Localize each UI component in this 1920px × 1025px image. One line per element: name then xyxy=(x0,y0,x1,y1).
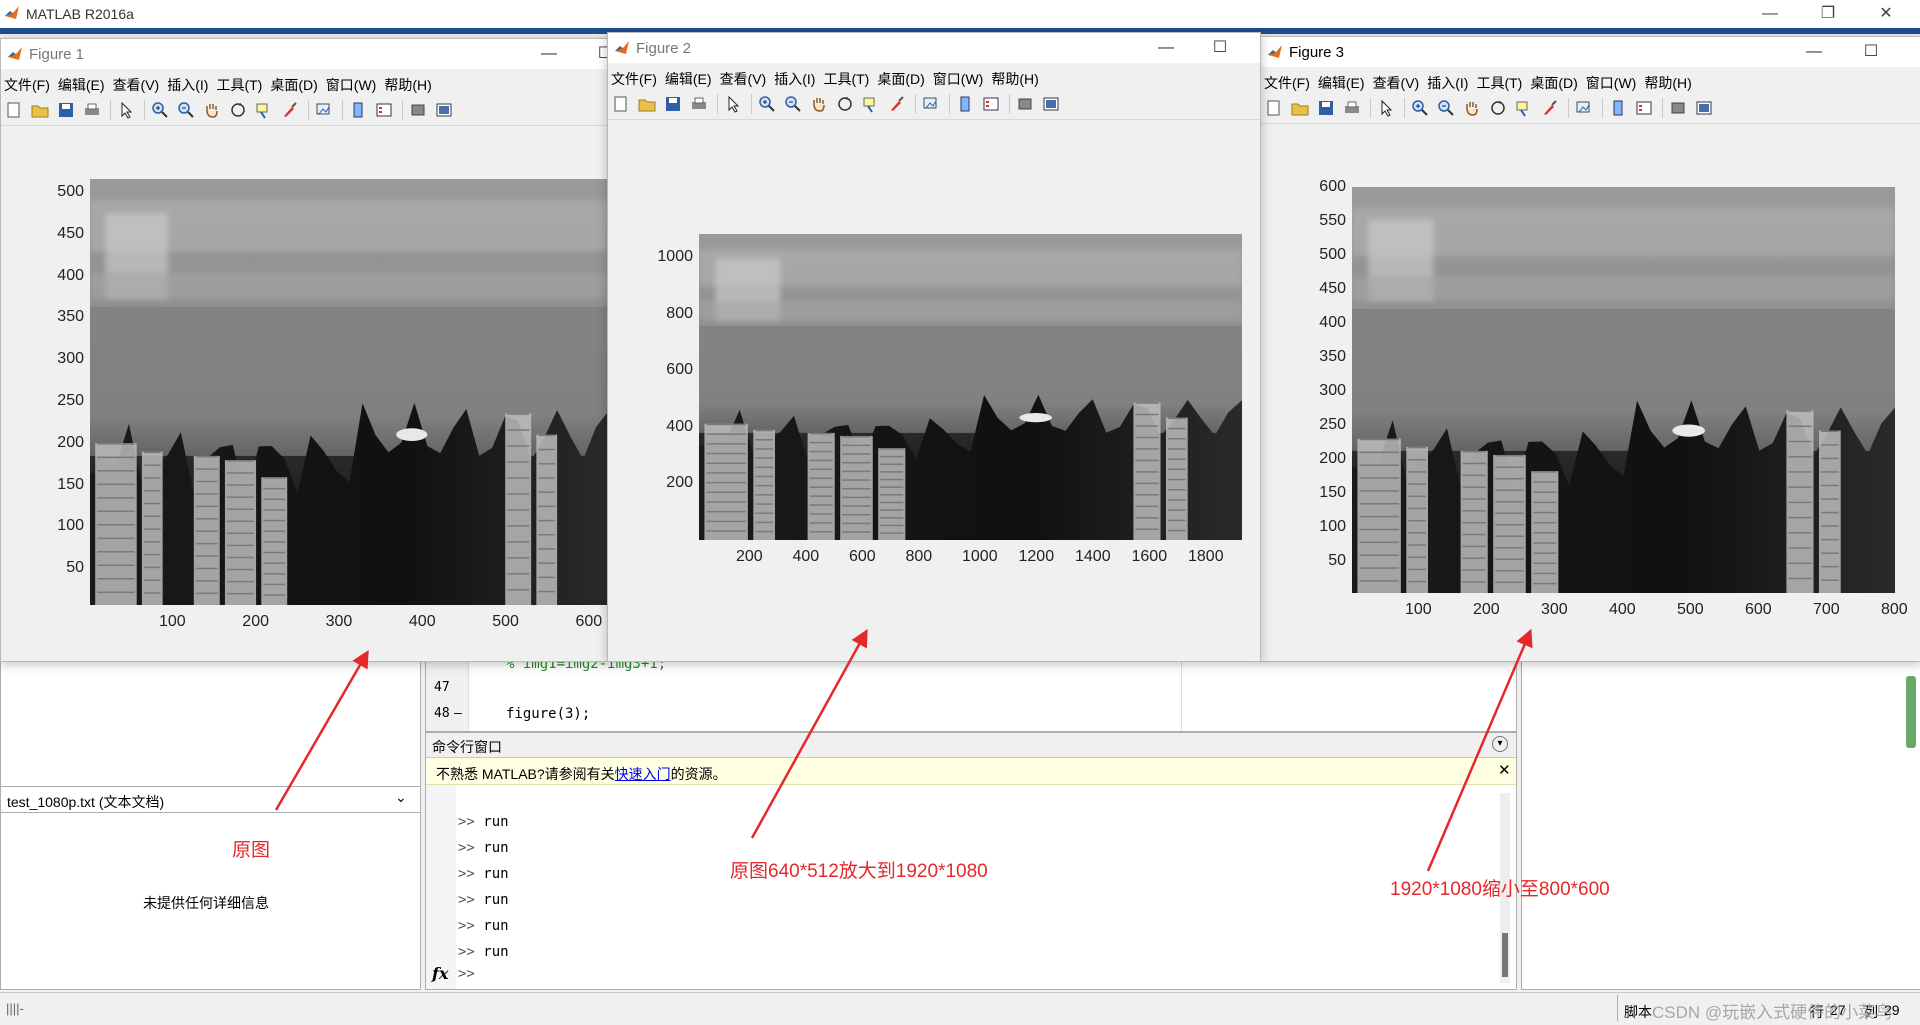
annotation-fig2: 原图640*512放大到1920*1080 xyxy=(730,861,988,882)
annotation-fig3: 1920*1080缩小至800*600 xyxy=(1390,879,1610,900)
arrow-to-figure1 xyxy=(274,649,369,811)
arrow-to-figure2 xyxy=(750,628,868,839)
arrow-to-figure3 xyxy=(1426,628,1533,872)
annotation-fig1: 原图 xyxy=(232,840,271,861)
